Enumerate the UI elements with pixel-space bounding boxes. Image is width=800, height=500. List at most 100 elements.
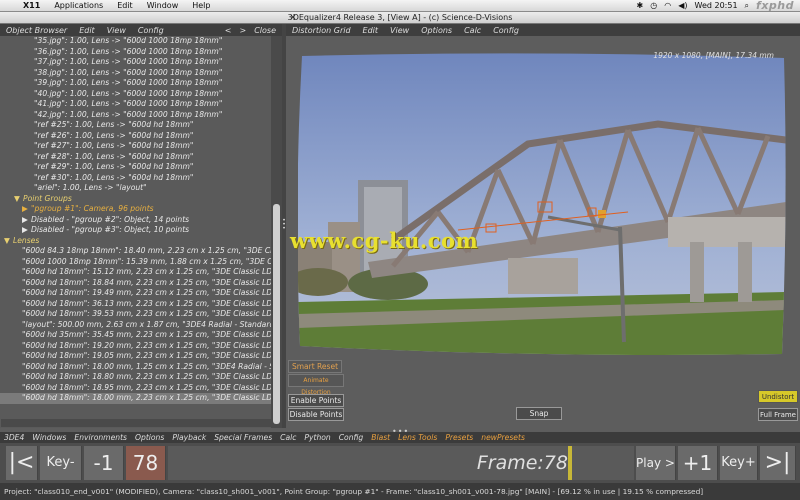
ob-menu-edit[interactable]: Edit bbox=[73, 26, 101, 35]
point-group-row[interactable]: ▶ Disabled - "pgroup #3": Object, 10 poin… bbox=[0, 225, 271, 236]
point-groups-node[interactable]: ▼ Point Groups bbox=[0, 194, 271, 205]
tree-row-frame[interactable]: "42.jpg": 1.00, Lens -> "600d 1000 18mp … bbox=[0, 110, 271, 121]
expand-arrow-icon[interactable]: ▶ bbox=[22, 225, 31, 236]
play-button[interactable]: Play > bbox=[636, 446, 676, 480]
menu-window[interactable]: Window bbox=[140, 1, 186, 10]
disable-points-button[interactable]: Disable Points bbox=[288, 408, 344, 421]
ob-menu-view[interactable]: View bbox=[101, 26, 132, 35]
undistort-button[interactable]: Undistort bbox=[758, 390, 798, 403]
expand-arrow-icon[interactable]: ▶ bbox=[22, 204, 31, 215]
current-frame-marker[interactable] bbox=[568, 446, 572, 480]
horizontal-scrollbar[interactable] bbox=[1, 419, 271, 427]
object-browser-scrollbar[interactable] bbox=[1, 36, 282, 428]
menu-edit[interactable]: Edit bbox=[110, 1, 140, 10]
timemachine-icon[interactable]: ◷ bbox=[650, 1, 657, 10]
go-last-frame-button[interactable]: >| bbox=[760, 446, 796, 480]
expand-arrow-icon[interactable]: ▶ bbox=[22, 215, 31, 226]
menu-calc[interactable]: Calc bbox=[276, 433, 300, 442]
menu-special-frames[interactable]: Special Frames bbox=[210, 433, 276, 442]
timeline-bar: |< Key- -1 78 Frame:78 Play > +1 Key+ >| bbox=[0, 443, 800, 483]
lens-row[interactable]: "600d hd 18mm": 19.49 mm, 2.23 cm x 1.25… bbox=[0, 288, 271, 299]
lens-row[interactable]: "600d hd 18mm": 19.05 mm, 2.23 cm x 1.25… bbox=[0, 351, 271, 362]
menu-x11[interactable]: X11 bbox=[16, 1, 47, 10]
dg-menu-options[interactable]: Options bbox=[415, 26, 458, 35]
go-first-frame-button[interactable]: |< bbox=[6, 446, 38, 480]
lens-row[interactable]: "600d hd 18mm": 18.80 mm, 2.23 cm x 1.25… bbox=[0, 372, 271, 383]
tree-row-frame[interactable]: "37.jpg": 1.00, Lens -> "600d 1000 18mp … bbox=[0, 57, 271, 68]
menu-windows[interactable]: Windows bbox=[28, 433, 70, 442]
clock[interactable]: Wed 20:51 bbox=[695, 1, 738, 10]
tree-row-frame[interactable]: "39.jpg": 1.00, Lens -> "600d 1000 18mp … bbox=[0, 78, 271, 89]
menu-playback[interactable]: Playback bbox=[168, 433, 210, 442]
lens-row[interactable]: "600d hd 18mm": 19.20 mm, 2.23 cm x 1.25… bbox=[0, 341, 271, 352]
lens-row[interactable]: "600d hd 18mm": 15.12 mm, 2.23 cm x 1.25… bbox=[0, 267, 271, 278]
menu-new-presets[interactable]: newPresets bbox=[477, 433, 529, 442]
ob-close-button[interactable]: Close bbox=[252, 26, 278, 35]
lens-row[interactable]: "600d 84.3 18mp 18mm": 18.40 mm, 2.23 cm… bbox=[0, 246, 271, 257]
menu-options[interactable]: Options bbox=[131, 433, 168, 442]
full-frame-button[interactable]: Full Frame bbox=[758, 408, 798, 421]
tree-row-frame[interactable]: "40.jpg": 1.00, Lens -> "600d 1000 18mp … bbox=[0, 89, 271, 100]
lens-row[interactable]: "600d hd 18mm": 18.84 mm, 2.23 cm x 1.25… bbox=[0, 278, 271, 289]
menu-blast[interactable]: Blast bbox=[367, 433, 394, 442]
dg-menu-calc[interactable]: Calc bbox=[458, 26, 487, 35]
ob-next-icon[interactable]: > bbox=[238, 26, 249, 35]
point-group-label: Disabled - "pgroup #2": Object, 14 point… bbox=[31, 214, 190, 224]
lens-row[interactable]: "600d 1000 18mp 18mm": 15.39 mm, 1.88 cm… bbox=[0, 257, 271, 268]
spotlight-icon[interactable]: ⌕ bbox=[745, 1, 749, 11]
tree-row-frame[interactable]: "ref #25": 1.00, Lens -> "600d hd 18mm" bbox=[0, 120, 271, 131]
ob-prev-icon[interactable]: < bbox=[223, 26, 234, 35]
tree-row-frame[interactable]: "ref #28": 1.00, Lens -> "600d hd 18mm" bbox=[0, 152, 271, 163]
collapse-arrow-icon[interactable]: ▼ bbox=[14, 194, 23, 205]
menu-help[interactable]: Help bbox=[185, 1, 217, 10]
lens-row[interactable]: "layout": 500.00 mm, 2.63 cm x 1.87 cm, … bbox=[0, 320, 271, 331]
object-tree[interactable]: "35.jpg": 1.00, Lens -> "600d 1000 18mp … bbox=[0, 36, 271, 428]
point-group-row[interactable]: ▶ Disabled - "pgroup #2": Object, 14 poin… bbox=[0, 215, 271, 226]
snap-button[interactable]: Snap bbox=[516, 407, 562, 420]
tree-row-frame[interactable]: "ref #27": 1.00, Lens -> "600d hd 18mm" bbox=[0, 141, 271, 152]
volume-icon[interactable]: ◀) bbox=[678, 1, 687, 10]
tree-row-frame[interactable]: "38.jpg": 1.00, Lens -> "600d 1000 18mp … bbox=[0, 68, 271, 79]
menu-applications[interactable]: Applications bbox=[47, 1, 110, 10]
timeline-scrubber[interactable]: Frame:78 bbox=[168, 446, 634, 480]
tree-row-frame[interactable]: "ariel": 1.00, Lens -> "layout" bbox=[0, 183, 271, 194]
collapse-arrow-icon[interactable]: ▼ bbox=[4, 236, 13, 247]
next-keyframe-button[interactable]: Key+ bbox=[720, 446, 758, 480]
ob-menu-config[interactable]: Config bbox=[132, 26, 170, 35]
animate-distortion-button[interactable]: Animate Distortion bbox=[288, 374, 344, 396]
tree-row-frame[interactable]: "ref #30": 1.00, Lens -> "600d hd 18mm" bbox=[0, 173, 271, 184]
tree-row-frame[interactable]: "36.jpg": 1.00, Lens -> "600d 1000 18mp … bbox=[0, 47, 271, 58]
menu-3de4[interactable]: 3DE4 bbox=[0, 433, 28, 442]
menu-python[interactable]: Python bbox=[300, 433, 334, 442]
dg-menu-view[interactable]: View bbox=[384, 26, 415, 35]
step-back-button[interactable]: -1 bbox=[84, 446, 124, 480]
lens-row-selected[interactable]: "600d hd 18mm": 18.00 mm, 2.23 cm x 1.25… bbox=[0, 393, 271, 404]
prev-keyframe-button[interactable]: Key- bbox=[40, 446, 82, 480]
wifi-icon[interactable]: ◠ bbox=[664, 1, 671, 10]
lens-row[interactable]: "600d hd 18mm": 39.53 mm, 2.23 cm x 1.25… bbox=[0, 309, 271, 320]
distortion-viewport[interactable] bbox=[298, 52, 786, 357]
lenses-node[interactable]: ▼ Lenses bbox=[0, 236, 271, 247]
enable-points-button[interactable]: Enable Points bbox=[288, 394, 344, 407]
point-group-row[interactable]: ▶ "pgroup #1": Camera, 96 points bbox=[0, 204, 271, 215]
lens-row[interactable]: "600d hd 18mm": 36.13 mm, 2.23 cm x 1.25… bbox=[0, 299, 271, 310]
menu-config[interactable]: Config bbox=[335, 433, 368, 442]
tree-row-frame[interactable]: "41.jpg": 1.00, Lens -> "600d 1000 18mp … bbox=[0, 99, 271, 110]
current-frame-field[interactable]: 78 bbox=[126, 446, 166, 480]
menu-environments[interactable]: Environments bbox=[70, 433, 131, 442]
site-watermark: www.cg-ku.com bbox=[290, 228, 479, 253]
smart-reset-button[interactable]: Smart Reset bbox=[288, 360, 342, 373]
tree-row-frame[interactable]: "ref #26": 1.00, Lens -> "600d hd 18mm" bbox=[0, 131, 271, 142]
lens-row[interactable]: "600d hd 18mm": 18.95 mm, 2.23 cm x 1.25… bbox=[0, 383, 271, 394]
tree-row-frame[interactable]: "ref #29": 1.00, Lens -> "600d hd 18mm" bbox=[0, 162, 271, 173]
bluetooth-icon[interactable]: ✱ bbox=[637, 1, 644, 10]
scrollbar-thumb[interactable] bbox=[273, 204, 280, 424]
dg-menu-config[interactable]: Config bbox=[487, 26, 525, 35]
tree-row-frame[interactable]: "35.jpg": 1.00, Lens -> "600d 1000 18mp … bbox=[0, 36, 271, 47]
step-forward-button[interactable]: +1 bbox=[678, 446, 718, 480]
lens-row[interactable]: "600d hd 18mm": 18.00 mm, 1.25 cm x 1.25… bbox=[0, 362, 271, 373]
menu-presets[interactable]: Presets bbox=[441, 433, 477, 442]
dg-menu-edit[interactable]: Edit bbox=[357, 26, 385, 35]
lens-row[interactable]: "600d hd 35mm": 35.45 mm, 2.23 cm x 1.25… bbox=[0, 330, 271, 341]
menu-lens-tools[interactable]: Lens Tools bbox=[394, 433, 441, 442]
